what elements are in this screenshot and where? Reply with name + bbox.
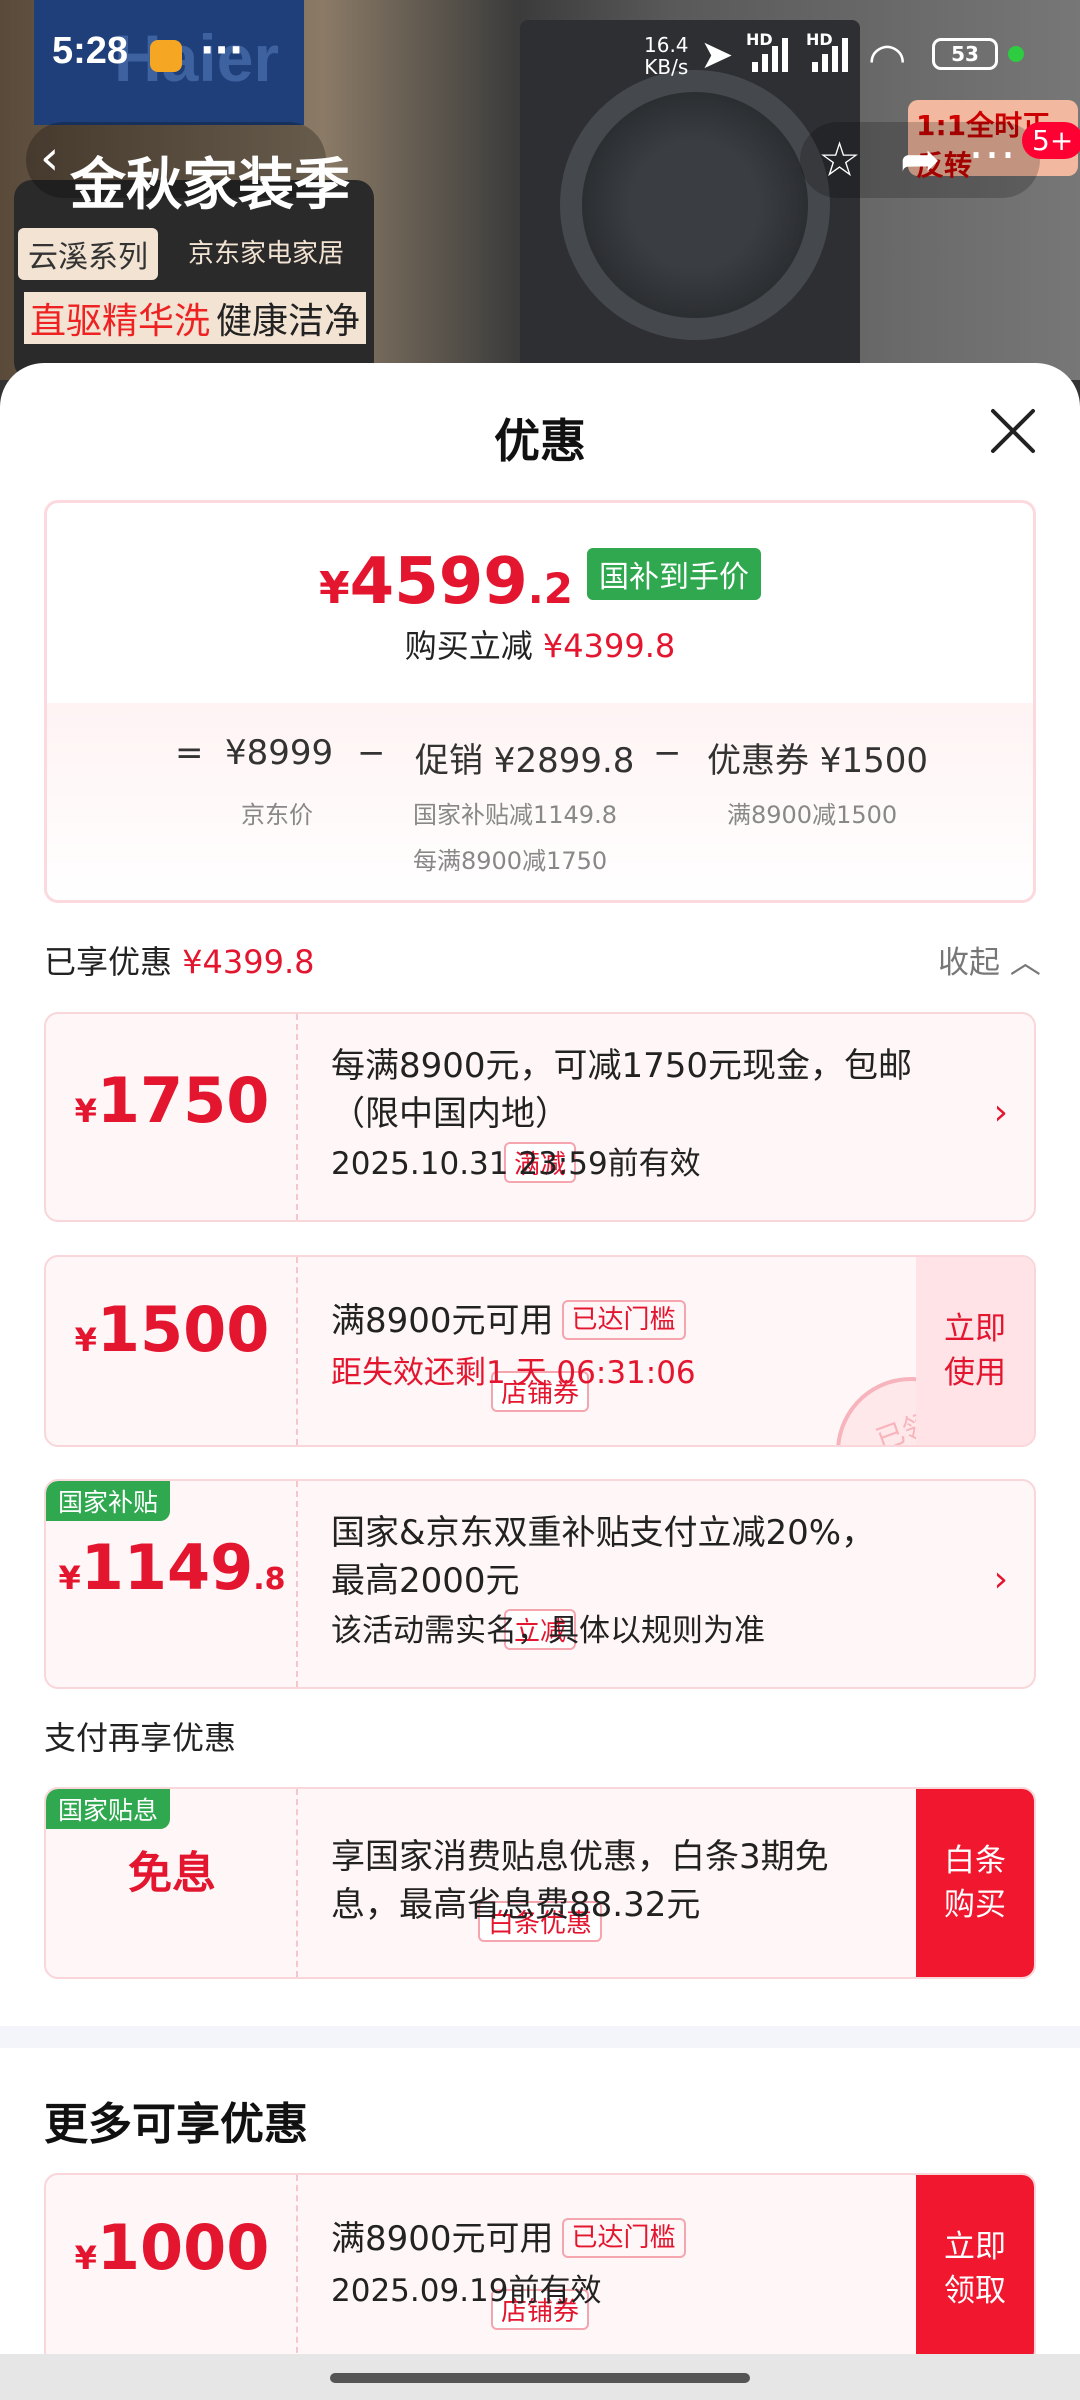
back-icon[interactable]: ‹ xyxy=(40,134,59,182)
chevron-up-icon: ︿ xyxy=(1009,945,1041,981)
signal-icon xyxy=(752,36,788,72)
pay-section-title: 支付再享优惠 xyxy=(44,1719,237,1757)
sheet-title: 优惠 xyxy=(494,414,586,468)
more-offers-title: 更多可享优惠 xyxy=(44,2099,308,2150)
star-icon[interactable]: ☆ xyxy=(818,136,861,184)
collapse-button[interactable]: 收起 ︿ xyxy=(938,937,1041,982)
section-divider xyxy=(0,2026,1080,2048)
share-icon[interactable]: ➦ xyxy=(900,136,940,184)
threshold-badge: 已达门槛 xyxy=(561,1300,686,1340)
countdown: 距失效还剩1 天 06:31:06 xyxy=(331,1355,696,1391)
washer-door xyxy=(560,70,830,340)
final-price: ¥4599.2 国补到手价 xyxy=(47,545,1033,619)
net-speed: 16.4 KB/s xyxy=(644,33,689,79)
home-indicator[interactable] xyxy=(330,2373,750,2383)
close-icon[interactable] xyxy=(985,403,1041,459)
formula-jd-price: ¥8999 xyxy=(225,733,334,773)
location-icon: ➤ xyxy=(700,32,734,78)
chevron-right-icon[interactable]: › xyxy=(994,1559,1008,1600)
battery-icon: 53 xyxy=(932,38,998,70)
formula-minus: − xyxy=(653,733,682,773)
cart-count-badge: 5+ xyxy=(1022,122,1080,159)
clock: 5:28 xyxy=(52,30,129,72)
baitiao-buy-button[interactable]: 白条购买 xyxy=(916,1789,1034,1977)
signal-icon xyxy=(812,36,848,72)
series-label: 云溪系列 xyxy=(18,228,158,280)
feature-black: 健康洁净 xyxy=(210,292,367,344)
subsidy-price-tag: 国补到手价 xyxy=(586,548,761,600)
more-icon[interactable]: ⋯ xyxy=(968,130,1016,178)
promo-sub-1: 国家补贴减1149.8 xyxy=(413,801,617,829)
wifi-icon: ◠ xyxy=(868,34,907,85)
formula-equals: = xyxy=(175,733,204,773)
coupon-card-national-subsidy[interactable]: 国家补贴 ¥1149.8 立减 国家&京东双重补贴支付立减20%， 最高2000… xyxy=(44,1479,1036,1689)
coupon-sub: 满8900减1500 xyxy=(727,801,898,829)
promo-sub-2: 每满8900减1750 xyxy=(413,847,608,875)
enjoyed-label: 已享优惠 ¥4399.8 xyxy=(44,943,315,981)
coupon-card-full-reduction[interactable]: ¥1750 满减 每满8900元，可减1750元现金，包邮 （限中国内地） 20… xyxy=(44,1012,1036,1222)
charging-dot xyxy=(1008,46,1024,62)
claim-now-button[interactable]: 立即领取 xyxy=(916,2175,1034,2363)
coupon-card-more[interactable]: ¥1000 店铺券 满8900元可用 已达门槛 2025.09.19前有效 立即领… xyxy=(44,2173,1036,2365)
national-interest-tag: 国家贴息 xyxy=(46,1789,171,1829)
formula-promo: 促销 ¥2899.8 xyxy=(415,741,635,781)
discount-sheet: 优惠 ¥4599.2 国补到手价 购买立减 ¥4399.8 = ¥8999 − 促… xyxy=(0,363,1080,2400)
notification-app-icon xyxy=(150,40,182,72)
formula-minus: − xyxy=(357,733,386,773)
chevron-right-icon[interactable]: › xyxy=(994,1092,1008,1133)
jd-price-label: 京东价 xyxy=(241,801,313,829)
coupon-card-store[interactable]: ¥1500 店铺券 满8900元可用 已达门槛 距失效还剩1 天 06:31:06… xyxy=(44,1255,1036,1447)
formula-coupon: 优惠券 ¥1500 xyxy=(707,741,928,781)
threshold-badge: 已达门槛 xyxy=(561,2218,686,2258)
status-bar: 5:28 ··· 16.4 KB/s ➤ HD HD ◠ 53 xyxy=(0,0,1080,110)
use-now-button[interactable]: 立即使用 xyxy=(916,1257,1034,1445)
reduce-line: 购买立减 ¥4399.8 xyxy=(404,627,676,665)
national-subsidy-tag: 国家补贴 xyxy=(46,1481,171,1521)
more-notifications-icon: ··· xyxy=(200,28,244,72)
feature-red: 直驱精华洗 xyxy=(24,292,217,344)
series-sub: 京东家电家居 xyxy=(188,239,345,269)
price-summary: ¥4599.2 国补到手价 购买立减 ¥4399.8 = ¥8999 − 促销 ¥… xyxy=(44,500,1036,903)
pay-card-baitiao[interactable]: 国家贴息 免息 白条优惠 享国家消费贴息优惠，白条3期免 息，最高省息费88.3… xyxy=(44,1787,1036,1979)
promo-title: 金秋家装季 xyxy=(70,153,350,218)
